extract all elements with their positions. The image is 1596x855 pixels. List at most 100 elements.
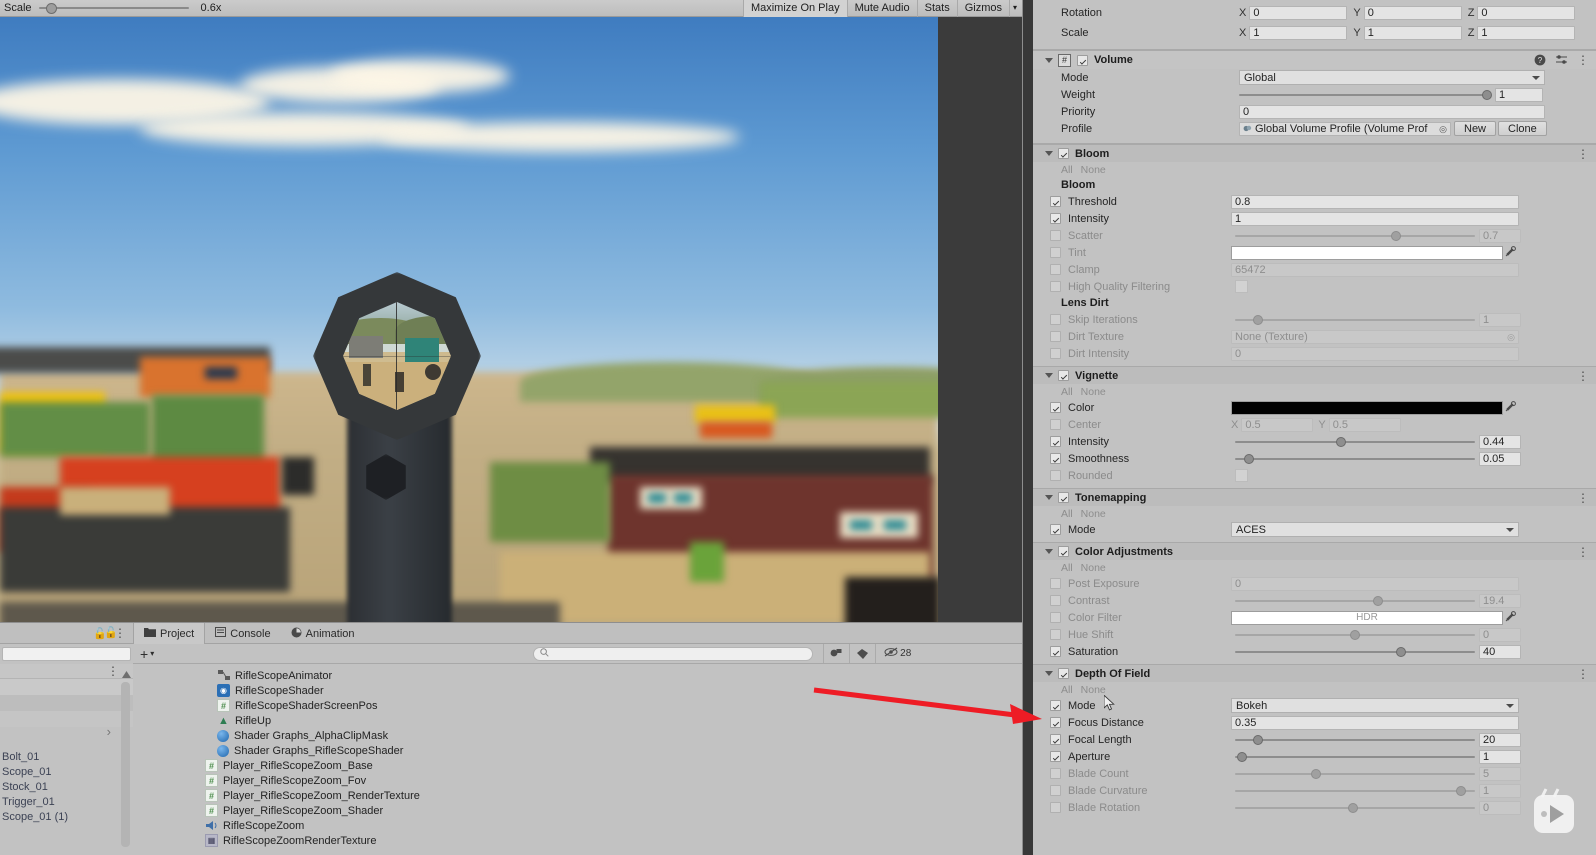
object-picker-icon[interactable]: ◎: [1507, 331, 1515, 343]
toggle-none-link[interactable]: None: [1081, 508, 1106, 520]
value-slider[interactable]: [1235, 594, 1475, 608]
override-checkbox[interactable]: [1050, 213, 1061, 224]
gizmos-button[interactable]: Gizmos: [956, 0, 1009, 17]
override-checkbox[interactable]: [1050, 402, 1061, 413]
asset-list-item[interactable]: Shader Graphs_AlphaClipMask: [133, 728, 1013, 743]
scroll-up-arrow-icon[interactable]: [121, 670, 132, 679]
threshold-field[interactable]: 0.8: [1231, 194, 1519, 209]
preset-icon[interactable]: [1555, 54, 1568, 66]
focal-length-field[interactable]: 20: [1479, 732, 1521, 747]
override-checkbox[interactable]: [1050, 230, 1061, 241]
override-checkbox[interactable]: [1050, 802, 1061, 813]
eyedropper-icon[interactable]: [1503, 400, 1517, 415]
override-checkbox[interactable]: [1050, 247, 1061, 258]
override-checkbox[interactable]: [1050, 524, 1061, 535]
scale-slider[interactable]: [38, 2, 189, 14]
clamp-field[interactable]: 65472: [1231, 262, 1519, 277]
visibility-toggle[interactable]: 28: [875, 644, 919, 663]
asset-list-item[interactable]: # Player_RifleScopeZoom_Shader: [133, 803, 1013, 818]
volume-component-header[interactable]: # Volume ? ⋮: [1033, 50, 1596, 69]
mode-dropdown[interactable]: Bokeh: [1231, 698, 1519, 713]
override-menu-icon[interactable]: ⋮: [1577, 148, 1589, 160]
value-slider[interactable]: [1235, 801, 1475, 815]
hierarchy-list-item[interactable]: Bolt_01: [0, 749, 118, 764]
hierarchy-list-menu-icon[interactable]: ⋮: [107, 665, 119, 677]
create-asset-button[interactable]: + ▾: [133, 646, 161, 662]
override-menu-icon[interactable]: ⋮: [1577, 668, 1589, 680]
hue-shift-field[interactable]: 0: [1479, 627, 1521, 642]
rotation-y-field[interactable]: 0: [1363, 5, 1462, 20]
volume-weight-slider[interactable]: [1239, 88, 1492, 102]
slider-knob[interactable]: [1482, 89, 1492, 100]
intensity-field[interactable]: 1: [1231, 211, 1519, 226]
help-icon[interactable]: ?: [1534, 54, 1546, 66]
override-header-vignette[interactable]: Vignette ⋮: [1033, 366, 1596, 384]
project-search-input[interactable]: [533, 646, 814, 661]
scale-slider-knob[interactable]: [45, 3, 57, 14]
clone-profile-button[interactable]: Clone: [1498, 121, 1547, 136]
dirt-texture-object-field[interactable]: None (Texture) ◎: [1231, 329, 1519, 344]
scale-x-field[interactable]: 1: [1249, 25, 1348, 40]
center-x-field[interactable]: 0.5: [1241, 417, 1314, 432]
toggle-all-link[interactable]: All: [1061, 562, 1073, 574]
contrast-field[interactable]: 19.4: [1479, 593, 1521, 608]
asset-list-item[interactable]: # Player_RifleScopeZoom_Base: [133, 758, 1013, 773]
slider-knob[interactable]: [1310, 768, 1321, 779]
blade-rotation-field[interactable]: 0: [1479, 800, 1521, 815]
slider-knob[interactable]: [1244, 453, 1255, 464]
override-checkbox[interactable]: [1058, 668, 1069, 679]
slider-knob[interactable]: [1253, 734, 1264, 745]
eyedropper-icon[interactable]: [1503, 245, 1517, 260]
slider-knob[interactable]: [1253, 314, 1264, 325]
override-header-depth-of-field[interactable]: Depth Of Field ⋮: [1033, 664, 1596, 682]
slider-knob[interactable]: [1391, 230, 1402, 241]
value-slider[interactable]: [1235, 645, 1475, 659]
toggle-none-link[interactable]: None: [1081, 386, 1106, 398]
value-slider[interactable]: [1235, 229, 1475, 243]
override-checkbox[interactable]: [1050, 314, 1061, 325]
blade-curvature-field[interactable]: 1: [1479, 783, 1521, 798]
new-profile-button[interactable]: New: [1454, 121, 1497, 136]
screen-recorder-overlay-icon[interactable]: [1526, 785, 1582, 841]
hierarchy-row-empty[interactable]: [0, 695, 133, 711]
eyedropper-icon[interactable]: [1503, 610, 1517, 625]
asset-list-item[interactable]: ▦ RifleScopeZoomRenderTexture: [133, 833, 1013, 848]
collapse-triangle-icon[interactable]: [1045, 57, 1053, 63]
volume-profile-field[interactable]: Global Volume Profile (Volume Prof ◎: [1239, 121, 1451, 136]
override-checkbox[interactable]: [1050, 785, 1061, 796]
label-filter-icon[interactable]: [849, 644, 875, 663]
toggle-none-link[interactable]: None: [1081, 684, 1106, 696]
slider-knob[interactable]: [1396, 646, 1406, 657]
stats-button[interactable]: Stats: [916, 0, 957, 17]
collapse-triangle-icon[interactable]: [1045, 151, 1053, 156]
value-slider[interactable]: [1235, 435, 1475, 449]
mode-dropdown[interactable]: ACES: [1231, 522, 1519, 537]
value-slider[interactable]: [1235, 784, 1475, 798]
collapse-triangle-icon[interactable]: [1045, 373, 1053, 378]
override-checkbox[interactable]: [1050, 453, 1061, 464]
scatter-field[interactable]: 0.7: [1479, 228, 1521, 243]
override-checkbox[interactable]: [1050, 646, 1061, 657]
override-header-color-adjustments[interactable]: Color Adjustments ⋮: [1033, 542, 1596, 560]
asset-list-item[interactable]: # Player_RifleScopeZoom_RenderTexture: [133, 788, 1013, 803]
hierarchy-list-item[interactable]: Trigger_01: [0, 794, 118, 809]
hierarchy-row-empty[interactable]: [0, 711, 133, 727]
slider-knob[interactable]: [1336, 436, 1347, 447]
slider-knob[interactable]: [1350, 629, 1360, 640]
dirt-intensity-field[interactable]: 0: [1231, 346, 1519, 361]
slider-knob[interactable]: [1455, 785, 1466, 796]
high-quality-filtering-checkbox[interactable]: [1235, 280, 1248, 293]
asset-list-item[interactable]: ▲ RifleUp: [133, 713, 1013, 728]
saturation-field[interactable]: 40: [1479, 644, 1521, 659]
value-slider[interactable]: [1235, 452, 1475, 466]
override-checkbox[interactable]: [1050, 578, 1061, 589]
scale-y-field[interactable]: 1: [1363, 25, 1462, 40]
collapse-triangle-icon[interactable]: [1045, 495, 1053, 500]
override-checkbox[interactable]: [1050, 734, 1061, 745]
override-menu-icon[interactable]: ⋮: [1577, 370, 1589, 382]
rotation-z-field[interactable]: 0: [1477, 5, 1576, 20]
override-checkbox[interactable]: [1050, 751, 1061, 762]
value-slider[interactable]: [1235, 733, 1475, 747]
override-checkbox[interactable]: [1050, 768, 1061, 779]
override-checkbox[interactable]: [1058, 370, 1069, 381]
